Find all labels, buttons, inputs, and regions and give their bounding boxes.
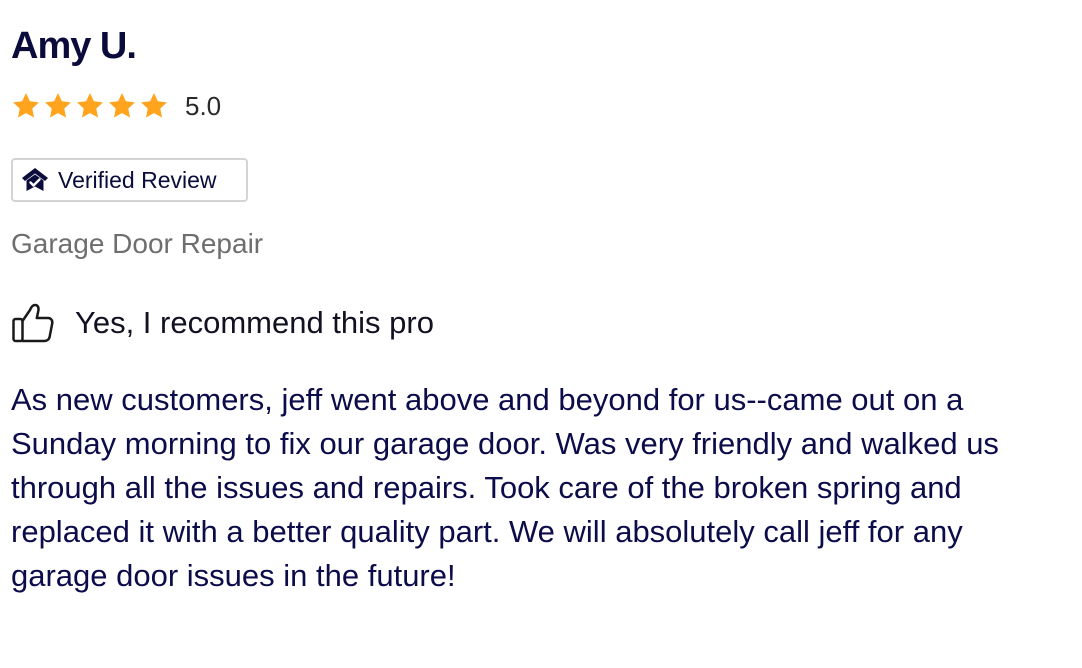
rating-value: 5.0 — [185, 91, 222, 121]
star-icon — [141, 93, 167, 118]
star-icon — [77, 93, 103, 118]
reviewer-name: Amy U. — [11, 25, 137, 67]
verified-review-badge: Verified Review — [11, 158, 248, 202]
house-check-icon — [22, 168, 48, 191]
star-icon — [109, 93, 135, 118]
recommendation-label: Yes, I recommend this pro — [75, 305, 434, 340]
thumbs-up-icon — [12, 303, 54, 343]
recommendation-row: Yes, I recommend this pro — [11, 300, 434, 346]
star-icon — [13, 93, 39, 118]
service-category: Garage Door Repair — [11, 228, 264, 259]
star-icon — [45, 93, 71, 118]
rating-row: 5.0 — [11, 88, 221, 124]
verified-review-label: Verified Review — [58, 167, 217, 193]
review-text: As new customers, jeff went above and be… — [11, 382, 999, 593]
star-rating — [11, 91, 169, 121]
